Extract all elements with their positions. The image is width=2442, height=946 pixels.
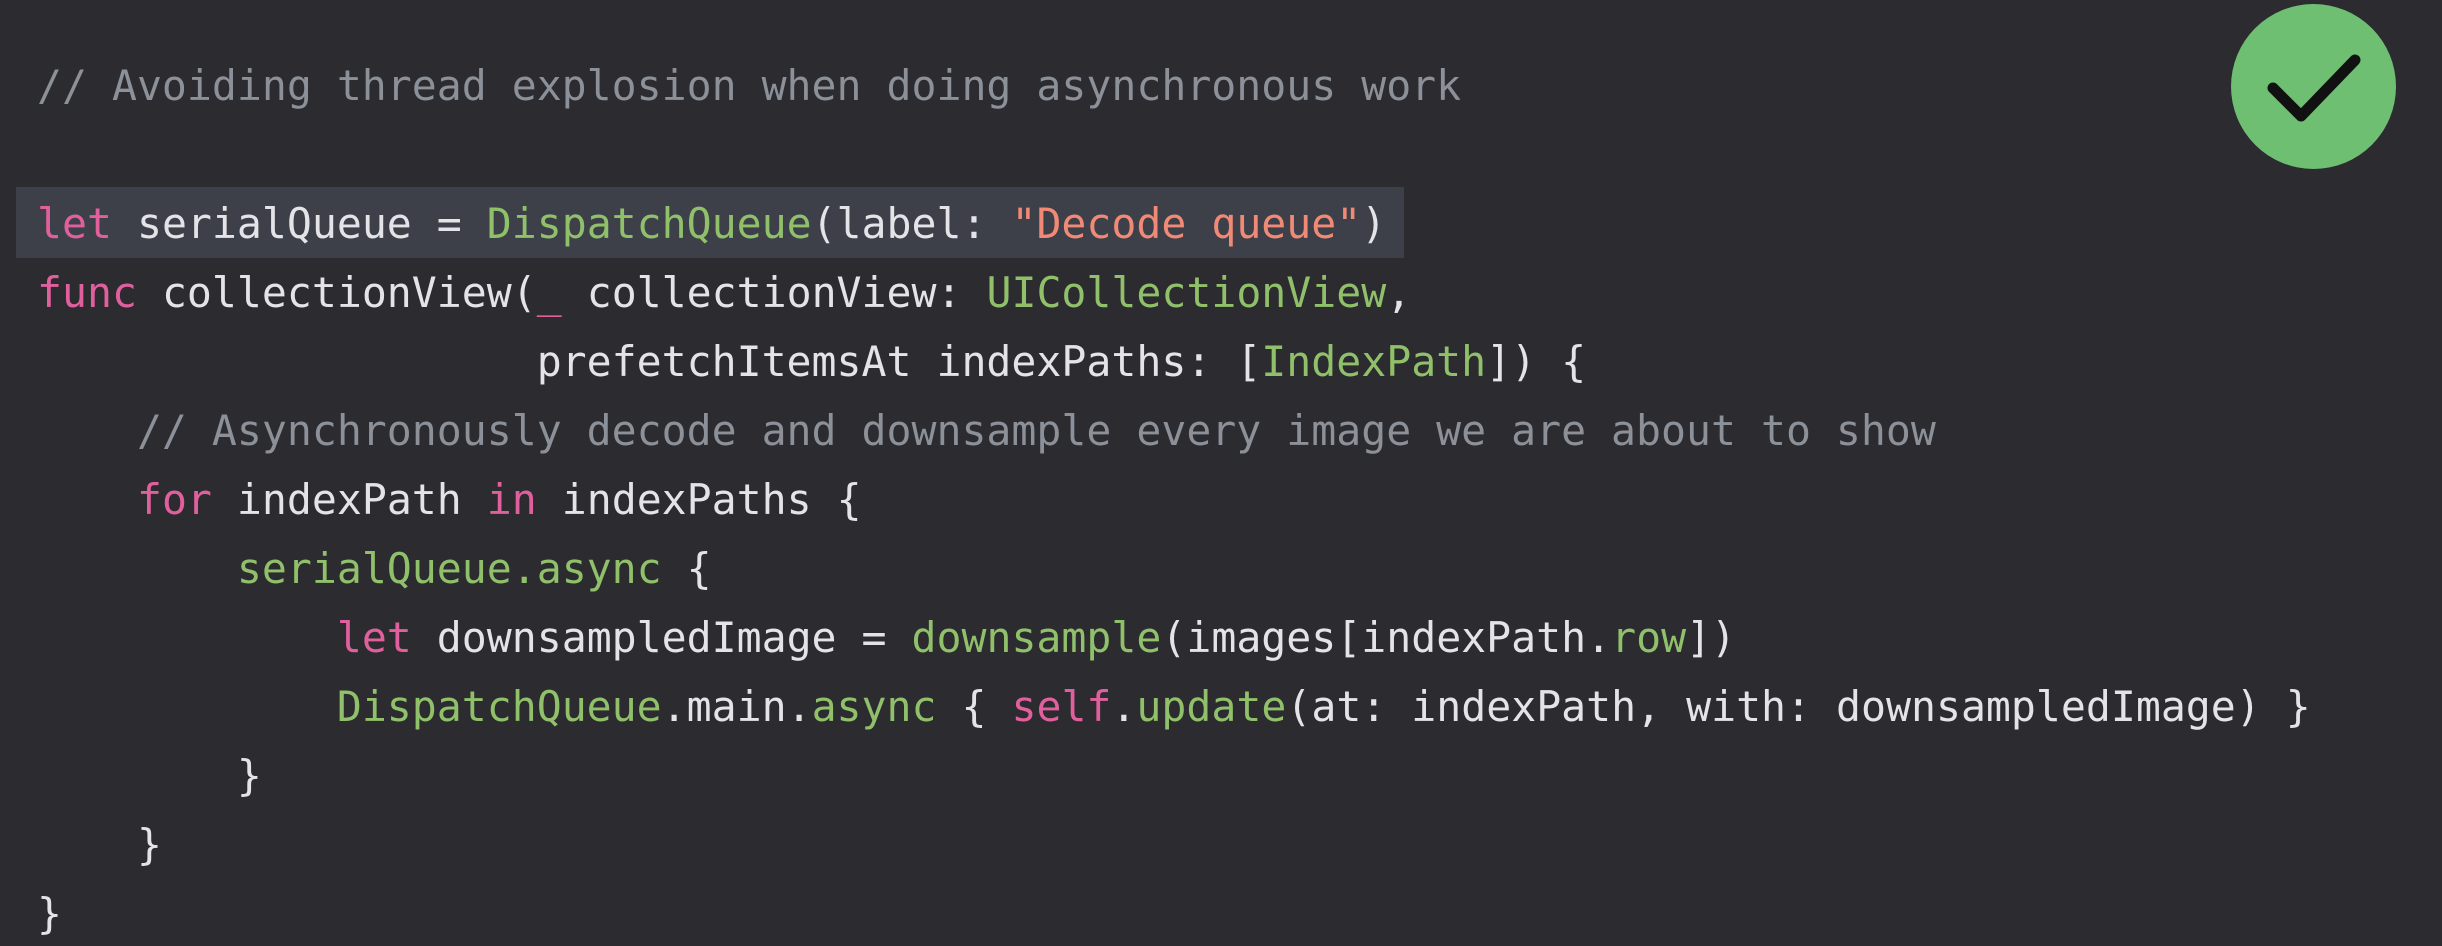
code-text: collectionView( xyxy=(136,268,537,317)
code-line-close-1: } xyxy=(37,746,262,806)
code-text: collectionView: xyxy=(561,268,987,317)
checkmark-icon xyxy=(2267,54,2361,122)
type-uicollectionview: UICollectionView xyxy=(986,268,1387,317)
keyword-for: for xyxy=(136,475,212,524)
method-async: async xyxy=(811,682,937,731)
property-row: row xyxy=(1611,613,1687,662)
code-text: indexPaths { xyxy=(536,475,862,524)
type-indexpath: IndexPath xyxy=(1261,337,1487,386)
type-dispatchqueue: DispatchQueue xyxy=(336,682,662,731)
code-text: serialQueue = xyxy=(111,199,487,248)
code-line-close-2: } xyxy=(37,815,162,875)
keyword-in: in xyxy=(486,475,537,524)
code-line-async: serialQueue.async { xyxy=(37,539,712,599)
type-dispatchqueue: DispatchQueue xyxy=(486,199,812,248)
method-update: update xyxy=(1136,682,1287,731)
closing-brace: } xyxy=(37,889,62,938)
code-text: { xyxy=(661,544,712,593)
code-comment: // Asynchronously decode and downsample … xyxy=(37,406,1936,455)
code-slide: // Avoiding thread explosion when doing … xyxy=(0,0,2442,946)
code-text: .main. xyxy=(661,682,812,731)
code-text: , xyxy=(1386,268,1412,317)
function-downsample: downsample xyxy=(911,613,1162,662)
code-line-func: func collectionView(_ collectionView: UI… xyxy=(37,263,1411,323)
closing-brace: } xyxy=(37,751,262,800)
checkmark-badge xyxy=(2231,4,2396,169)
code-text: ]) { xyxy=(1486,337,1587,386)
code-text: indexPath xyxy=(211,475,487,524)
code-text: { xyxy=(936,682,1012,731)
code-line-1: // Avoiding thread explosion when doing … xyxy=(37,56,1461,116)
keyword-underscore: _ xyxy=(536,268,562,317)
keyword-let: let xyxy=(37,199,112,248)
identifier-serialqueue-async: serialQueue.async xyxy=(236,544,662,593)
keyword-self: self xyxy=(1011,682,1112,731)
keyword-func: func xyxy=(37,268,137,317)
code-line-for: for indexPath in indexPaths { xyxy=(37,470,862,530)
code-line-serial-queue: let serialQueue = DispatchQueue(label: "… xyxy=(37,194,1386,254)
code-text: prefetchItemsAt indexPaths: [ xyxy=(37,337,1262,386)
code-line-downsample: let downsampledImage = downsample(images… xyxy=(37,608,1736,668)
code-text: . xyxy=(1111,682,1137,731)
code-text: (label: xyxy=(811,199,1012,248)
code-block: // Avoiding thread explosion when doing … xyxy=(0,0,2442,946)
code-text: ) xyxy=(1361,199,1387,248)
code-line-main-async: DispatchQueue.main.async { self.update(a… xyxy=(37,677,2311,737)
code-line-params: prefetchItemsAt indexPaths: [IndexPath])… xyxy=(37,332,1586,392)
code-text: (images[indexPath. xyxy=(1161,613,1612,662)
code-line-close-3: } xyxy=(37,884,62,944)
string-literal: "Decode queue" xyxy=(1011,199,1362,248)
code-comment: // Avoiding thread explosion when doing … xyxy=(37,61,1462,110)
closing-brace: } xyxy=(37,820,162,869)
code-text: (at: indexPath, with: downsampledImage) … xyxy=(1286,682,2311,731)
code-text: ]) xyxy=(1686,613,1737,662)
code-line-comment-2: // Asynchronously decode and downsample … xyxy=(37,401,1936,461)
code-text: downsampledImage = xyxy=(411,613,912,662)
keyword-let: let xyxy=(336,613,412,662)
